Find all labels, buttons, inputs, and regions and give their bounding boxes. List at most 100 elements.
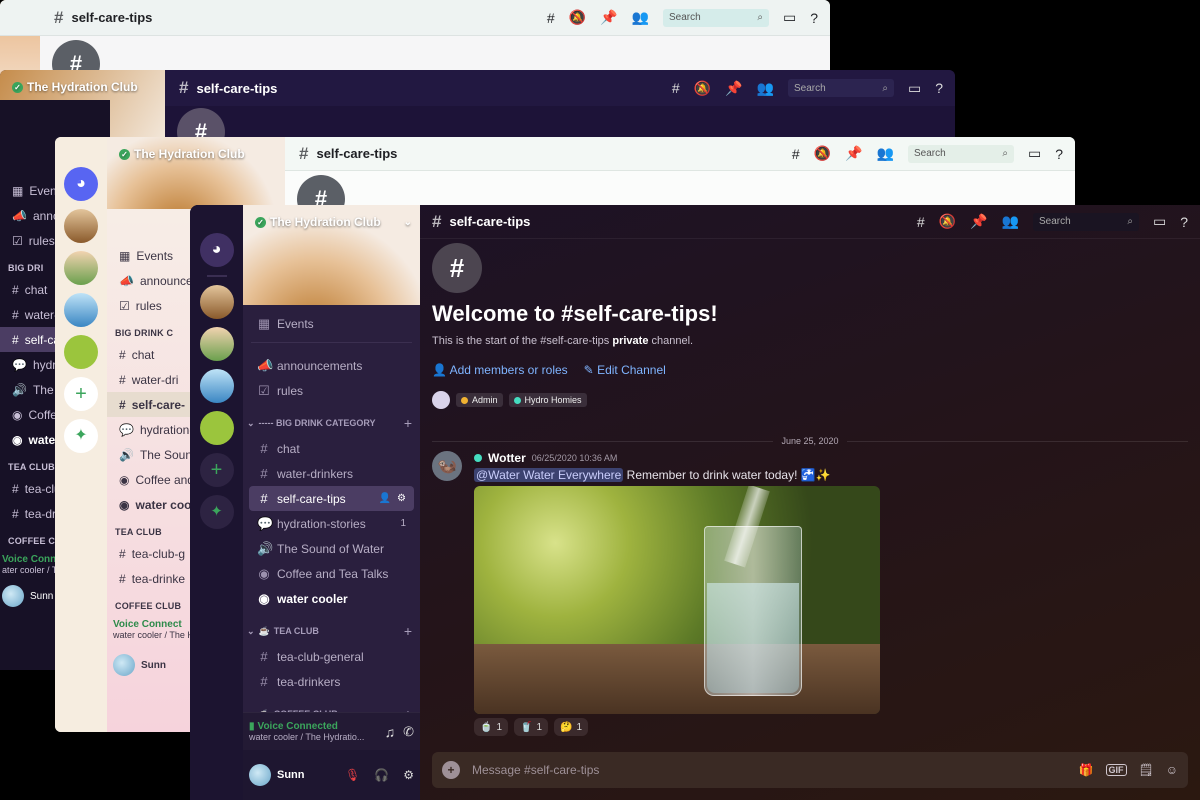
server-icon[interactable] <box>199 411 234 445</box>
add-server-icon[interactable]: + <box>199 453 234 487</box>
headphones-icon[interactable]: 🎧 <box>374 768 389 782</box>
add-channel-icon[interactable]: + <box>404 415 412 431</box>
server-icon[interactable] <box>199 369 234 403</box>
mute-mic-icon[interactable]: 🎙 <box>345 768 360 782</box>
discord-home-icon[interactable]: ◕ <box>64 167 98 201</box>
server-icon[interactable] <box>199 327 234 361</box>
server-icon[interactable] <box>64 251 98 285</box>
help-icon[interactable]: ? <box>935 80 943 96</box>
sidebar-item-water-drinkers[interactable]: # water-drinkers <box>249 461 414 486</box>
sidebar-item-coffee-tea-talks[interactable]: ◉ Coffee and Tea Talks <box>249 561 414 586</box>
search-input[interactable]: Search ⌕ <box>662 8 769 27</box>
search-input[interactable]: Search ⌕ <box>787 79 894 97</box>
sidebar-item-announcements[interactable]: 📣 announcements <box>249 353 414 378</box>
gif-button[interactable]: GIF <box>1105 764 1127 776</box>
mute-icon[interactable]: 🔕 <box>814 145 831 162</box>
members-icon[interactable]: 👥 <box>632 9 649 26</box>
reaction-button[interactable]: 🥤 1 <box>514 718 549 736</box>
server-rail: ◕ + ✦ <box>55 137 107 732</box>
sidebar-item-self-care-tips[interactable]: # self-care-tips 👤 ⚙ <box>249 486 414 511</box>
inbox-icon[interactable]: ▭ <box>1153 213 1166 230</box>
pin-icon[interactable]: 📌 <box>970 213 987 230</box>
server-name[interactable]: ✓ The Hydration Club <box>119 147 245 161</box>
help-icon[interactable]: ? <box>1055 146 1063 162</box>
avatar[interactable] <box>113 654 135 676</box>
voice-channel-link[interactable]: water cooler / The Hydratio... <box>249 732 364 742</box>
calendar-icon: ▦ <box>12 183 24 198</box>
hash-icon: # <box>260 466 268 481</box>
reaction-button[interactable]: 🍵 1 <box>474 718 509 736</box>
inbox-icon[interactable]: ▭ <box>908 80 921 97</box>
message-content: @Water Water Everywhere Remember to drin… <box>474 468 831 482</box>
pin-icon[interactable]: 📌 <box>845 145 862 162</box>
chevron-down-icon[interactable]: ⌄ <box>404 217 412 228</box>
role-badge[interactable]: Hydro Homies <box>508 393 587 407</box>
add-channel-icon[interactable]: + <box>404 623 412 639</box>
role-badge[interactable]: Admin <box>456 393 503 407</box>
pin-icon[interactable]: 📌 <box>725 80 742 97</box>
search-input[interactable]: Search ⌕ <box>907 144 1014 163</box>
server-name[interactable]: ✓ The Hydration Club ⌄ <box>255 215 412 229</box>
emoji-icon[interactable]: ☺ <box>1166 763 1178 777</box>
add-members-button[interactable]: 👤 Add members or roles <box>432 363 568 377</box>
message-image-attachment[interactable] <box>474 486 880 714</box>
avatar[interactable] <box>2 585 24 607</box>
sidebar-item-sound-of-water[interactable]: 🔊 The Sound of Water <box>249 536 414 561</box>
edit-channel-button[interactable]: ✎ Edit Channel <box>584 363 666 377</box>
user-mention[interactable]: @Water Water Everywhere <box>474 468 624 482</box>
server-icon[interactable] <box>64 335 98 369</box>
mute-icon[interactable]: 🔕 <box>569 9 586 26</box>
threads-icon[interactable]: # <box>917 214 925 230</box>
gift-icon[interactable]: 🎁 <box>1079 763 1094 777</box>
checkbox-icon: ☑ <box>119 298 130 313</box>
soundboard-icon[interactable]: ♫ <box>385 724 396 740</box>
members-icon[interactable]: 👥 <box>877 145 894 162</box>
channel-header: # self-care-tips # 🔕 📌 👥 Search ⌕ ▭ ? <box>285 137 1075 171</box>
author-avatar[interactable]: 🦦 <box>432 451 462 481</box>
inbox-icon[interactable]: ▭ <box>783 9 796 26</box>
pin-icon[interactable]: 📌 <box>600 9 617 26</box>
stage-icon: ◉ <box>258 565 270 581</box>
add-server-icon[interactable]: + <box>64 377 98 411</box>
author-name[interactable]: Wotter <box>488 451 526 465</box>
attach-plus-icon[interactable]: + <box>442 761 460 779</box>
explore-icon[interactable]: ✦ <box>199 495 234 529</box>
sidebar-item-rules[interactable]: ☑ rules <box>249 378 414 403</box>
sidebar-item-water-cooler[interactable]: ◉ water cooler <box>249 586 414 611</box>
server-icon[interactable] <box>64 209 98 243</box>
inbox-icon[interactable]: ▭ <box>1028 145 1041 162</box>
threads-icon[interactable]: # <box>792 146 800 162</box>
avatar[interactable] <box>249 764 271 786</box>
sidebar-item-tea-club-general[interactable]: # tea-club-general <box>249 644 414 669</box>
category-tea-club[interactable]: ⌄ ☕ TEA CLUB + <box>243 611 420 644</box>
channel-title: self-care-tips <box>449 214 531 229</box>
explore-icon[interactable]: ✦ <box>64 419 98 453</box>
channel-sidebar: ✓ The Hydration Club ⌄ ▦ Events 📣 announce… <box>243 205 420 800</box>
mute-icon[interactable]: 🔕 <box>939 213 956 230</box>
help-icon[interactable]: ? <box>810 10 818 26</box>
disconnect-icon[interactable]: ✆ <box>403 724 414 740</box>
search-input[interactable]: Search ⌕ <box>1032 212 1139 231</box>
members-icon[interactable]: 👥 <box>1002 213 1019 230</box>
sticker-icon[interactable]: 🗒 <box>1139 763 1154 777</box>
reaction-button[interactable]: 🤔 1 <box>554 718 589 736</box>
sidebar-item-tea-drinkers[interactable]: # tea-drinkers <box>249 669 414 694</box>
mute-icon[interactable]: 🔕 <box>694 80 711 97</box>
invite-icon[interactable]: 👤 <box>379 493 391 504</box>
server-icon[interactable] <box>199 285 234 319</box>
main-window: ◕ + ✦ ✓ The Hydration Club ⌄ ▦ Events 📣 an… <box>190 205 1200 800</box>
composer-input[interactable]: Message #self-care-tips <box>472 763 599 777</box>
sidebar-item-hydration-stories[interactable]: 💬 hydration-stories 1 <box>249 511 414 536</box>
category-big-drink[interactable]: ⌄ ----- BIG DRINK CATEGORY + <box>243 403 420 436</box>
gear-icon[interactable]: ⚙ <box>403 768 414 782</box>
message-composer[interactable]: + Message #self-care-tips 🎁 GIF 🗒 ☺ <box>432 752 1188 788</box>
help-icon[interactable]: ? <box>1180 214 1188 230</box>
discord-home-icon[interactable]: ◕ <box>199 233 234 267</box>
members-icon[interactable]: 👥 <box>757 80 774 97</box>
events-item[interactable]: ▦ Events <box>249 311 414 336</box>
sidebar-item-chat[interactable]: # chat <box>249 436 414 461</box>
threads-icon[interactable]: # <box>547 10 555 26</box>
gear-icon[interactable]: ⚙ <box>397 493 406 504</box>
threads-icon[interactable]: # <box>672 80 680 96</box>
server-icon[interactable] <box>64 293 98 327</box>
